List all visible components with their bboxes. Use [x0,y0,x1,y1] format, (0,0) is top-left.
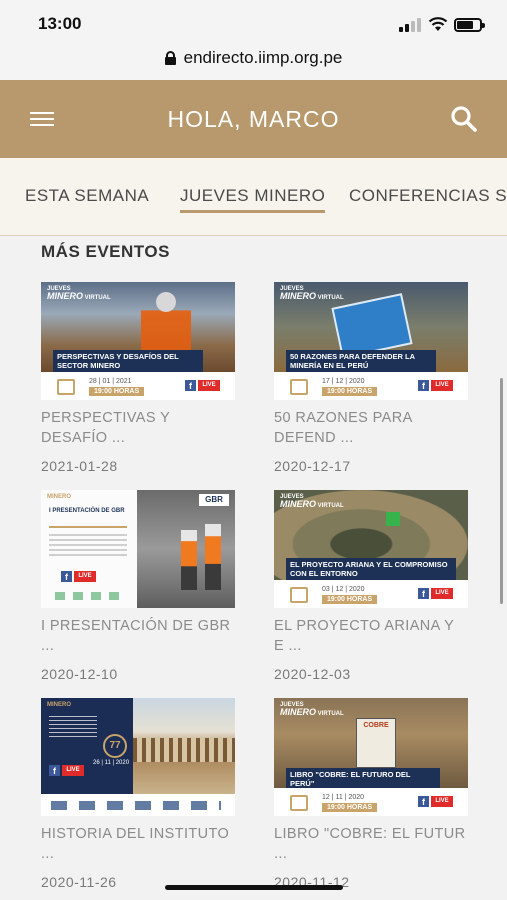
calendar-icon [290,587,308,603]
calendar-icon [290,379,308,395]
status-bar: 13:00 [0,0,507,44]
facebook-icon: f [61,571,72,582]
address-bar[interactable]: endirecto.iimp.org.pe [0,44,507,80]
facebook-icon: f [418,588,429,599]
thumbnail-hours: 19:00 HORAS [322,803,378,812]
page-title: HOLA, MARCO [167,106,340,132]
scrollbar[interactable] [500,378,503,604]
event-thumbnail[interactable]: JUEVES MINERO VIRTUAL 50 RAZONES PARA DEF… [274,282,468,400]
calendar-icon [57,379,75,395]
event-thumbnail[interactable]: COBRE JUEVES MINERO VIRTUAL LIBRO "COBRE:… [274,698,468,816]
signal-icon [399,18,423,32]
event-title[interactable]: HISTORIA DEL INSTITUTO ... [41,824,235,866]
event-card[interactable]: GBR MINERO I PRESENTACIÓN DE GBR f LIVE … [41,490,235,682]
event-date: 2021-01-28 [41,458,118,474]
section-title: MÁS EVENTOS [41,242,170,261]
calendar-icon [290,795,308,811]
live-badge: LIVE [431,380,453,391]
thumbnail-hours: 19:00 HORAS [322,387,378,396]
tab-conferencias[interactable]: CONFERENCIAS S [349,186,507,206]
thumbnail-caption: LIBRO "COBRE: EL FUTURO DEL PERÚ" [286,768,440,790]
event-title[interactable]: PERSPECTIVAS Y DESAFÍO ... [41,408,235,450]
event-date: 2020-12-10 [41,666,118,682]
live-badge: LIVE [198,380,220,391]
url-text[interactable]: endirecto.iimp.org.pe [184,48,343,68]
event-thumbnail[interactable]: JUEVES MINERO VIRTUAL PERSPECTIVAS Y DESA… [41,282,235,400]
event-card[interactable]: JUEVES MINERO VIRTUAL PERSPECTIVAS Y DESA… [41,282,235,474]
live-badge: LIVE [431,796,453,807]
events-section: MÁS EVENTOS JUEVES MINERO VIRTUAL PERSPEC… [0,236,507,900]
thumbnail-caption: I PRESENTACIÓN DE GBR [49,508,125,514]
tab-esta-semana[interactable]: ESTA SEMANA [25,186,149,206]
event-thumbnail[interactable]: JUEVES MINERO VIRTUAL EL PROYECTO ARIANA … [274,490,468,608]
thumbnail-caption: 50 RAZONES PARA DEFENDER LA MINERÍA EN E… [286,350,436,372]
event-title[interactable]: 50 RAZONES PARA DEFEND ... [274,408,468,450]
event-card[interactable]: COBRE JUEVES MINERO VIRTUAL LIBRO "COBRE:… [274,698,468,890]
home-indicator[interactable] [165,885,343,890]
book-cover: COBRE [356,718,396,768]
thumbnail-date: 28 | 01 | 2021 [89,378,132,385]
facebook-icon: f [418,380,429,391]
search-icon[interactable] [449,104,479,134]
event-card[interactable]: MINERO 77 f LIVE 26 | 11 | 2020 HISTORIA… [41,698,235,890]
event-thumbnail[interactable]: GBR MINERO I PRESENTACIÓN DE GBR f LIVE [41,490,235,608]
facebook-icon: f [418,796,429,807]
event-date: 2020-12-03 [274,666,351,682]
battery-icon [454,18,485,32]
jueves-minero-logo: JUEVES MINERO VIRTUAL [280,286,344,301]
thumbnail-date: 03 | 12 | 2020 [322,586,365,593]
gbr-logo: GBR [199,494,229,506]
anniversary-badge: 77 [103,734,127,758]
event-card[interactable]: JUEVES MINERO VIRTUAL 50 RAZONES PARA DEF… [274,282,468,474]
facebook-icon: f [49,765,60,776]
event-title[interactable]: I PRESENTACIÓN DE GBR ... [41,616,235,658]
status-time: 13:00 [38,14,82,33]
live-badge: LIVE [431,588,453,599]
app-header: HOLA, MARCO [0,80,507,158]
thumbnail-caption: PERSPECTIVAS Y DESAFÍOS DEL SECTOR MINER… [53,350,203,372]
event-date: 2020-12-17 [274,458,351,474]
event-title[interactable]: EL PROYECTO ARIANA Y E ... [274,616,468,658]
event-thumbnail[interactable]: MINERO 77 f LIVE 26 | 11 | 2020 [41,698,235,816]
facebook-icon: f [185,380,196,391]
thumbnail-hours: 19:00 HORAS [89,387,145,396]
live-badge: LIVE [74,571,96,582]
event-card[interactable]: JUEVES MINERO VIRTUAL EL PROYECTO ARIANA … [274,490,468,682]
thumbnail-date: 17 | 12 | 2020 [322,378,365,385]
jueves-minero-logo: JUEVES MINERO VIRTUAL [47,286,111,301]
wifi-icon [428,17,448,31]
event-title[interactable]: LIBRO "COBRE: EL FUTUR ... [274,824,468,866]
lock-icon [164,51,176,65]
jueves-minero-logo: MINERO [47,494,71,500]
category-tabs: ESTA SEMANA JUEVES MINERO CONFERENCIAS S [0,158,507,236]
thumbnail-date: 26 | 11 | 2020 [93,760,130,766]
thumbnail-date: 12 | 11 | 2020 [322,794,365,801]
thumbnail-hours: 19:00 HORAS [322,595,378,604]
jueves-minero-logo: JUEVES MINERO VIRTUAL [280,494,344,509]
thumbnail-caption: EL PROYECTO ARIANA Y EL COMPROMISO CON E… [286,558,456,580]
jueves-minero-logo: MINERO [47,702,71,708]
live-badge: LIVE [62,765,84,776]
jueves-minero-logo: JUEVES MINERO VIRTUAL [280,702,344,717]
tab-jueves-minero[interactable]: JUEVES MINERO [180,186,326,213]
